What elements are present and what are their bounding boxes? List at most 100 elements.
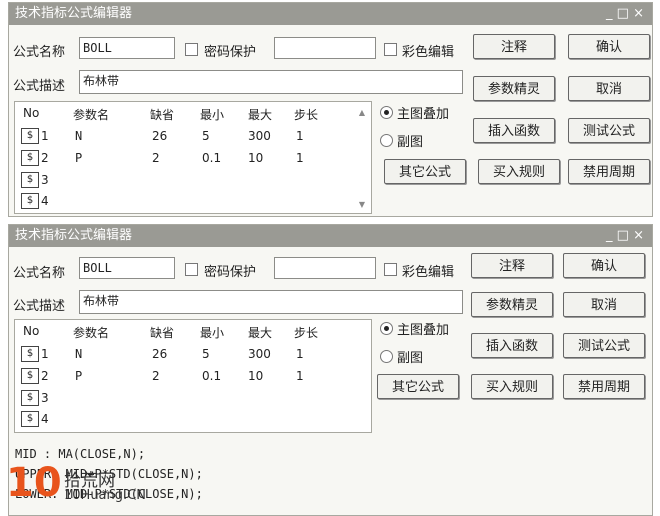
dollar-icon[interactable]: $ <box>21 193 39 209</box>
dollar-icon[interactable]: $ <box>21 411 39 427</box>
param-name[interactable]: N <box>75 347 82 361</box>
param-step[interactable]: 1 <box>296 369 304 383</box>
row-number: 2 <box>41 369 49 383</box>
param-min[interactable]: 0.1 <box>202 151 221 165</box>
formula-name-input[interactable]: BOLL <box>79 257 175 279</box>
formula-desc-label: 公式描述 <box>13 79 66 94</box>
formula-name-label: 公式名称 <box>13 45 66 60</box>
param-min[interactable]: 0.1 <box>202 369 221 383</box>
dollar-icon[interactable]: $ <box>21 368 39 384</box>
insert-function-button[interactable]: 插入函数 <box>471 333 553 358</box>
window-title: 技术指标公式编辑器 <box>15 6 133 21</box>
row-number: 1 <box>41 129 49 143</box>
color-edit-label: 彩色编辑 <box>402 265 455 280</box>
param-name[interactable]: P <box>75 369 82 383</box>
parameter-grid: No 参数名 缺省 最小 最大 步长 $ 1 N 26 5 300 1 $ 2 … <box>14 319 372 433</box>
param-max[interactable]: 10 <box>248 151 263 165</box>
sub-chart-radio[interactable] <box>380 350 393 363</box>
disable-period-button[interactable]: 禁用周期 <box>568 159 650 184</box>
password-input[interactable] <box>274 257 376 279</box>
col-header-min: 最小 <box>200 326 225 340</box>
param-default[interactable]: 26 <box>152 129 167 143</box>
param-step[interactable]: 1 <box>296 347 304 361</box>
test-formula-button[interactable]: 测试公式 <box>568 118 650 143</box>
confirm-button[interactable]: 确认 <box>563 253 645 278</box>
password-protect-checkbox[interactable] <box>185 43 198 56</box>
formula-desc-input[interactable]: 布林带 <box>79 70 463 94</box>
disable-period-button[interactable]: 禁用周期 <box>563 374 645 399</box>
scroll-up-icon[interactable]: ▲ <box>359 108 365 117</box>
col-header-no: No <box>23 106 40 120</box>
test-formula-button[interactable]: 测试公式 <box>563 333 645 358</box>
insert-function-button[interactable]: 插入函数 <box>473 118 555 143</box>
param-step[interactable]: 1 <box>296 129 304 143</box>
sub-chart-label: 副图 <box>397 351 424 366</box>
row-number: 1 <box>41 347 49 361</box>
param-max[interactable]: 300 <box>248 347 271 361</box>
param-min[interactable]: 5 <box>202 347 210 361</box>
col-header-max: 最大 <box>248 108 273 122</box>
other-formula-button[interactable]: 其它公式 <box>384 159 466 184</box>
formula-desc-input[interactable]: 布林带 <box>79 290 463 314</box>
main-overlay-radio[interactable] <box>380 106 393 119</box>
col-header-no: No <box>23 324 40 338</box>
title-bar[interactable]: 技术指标公式编辑器 _ □ × <box>9 225 652 247</box>
col-header-name: 参数名 <box>73 108 110 122</box>
watermark-number: 10 <box>6 460 62 506</box>
color-edit-label: 彩色编辑 <box>402 45 455 60</box>
buy-rule-button[interactable]: 买入规则 <box>478 159 560 184</box>
title-bar[interactable]: 技术指标公式编辑器 _ □ × <box>9 3 652 25</box>
col-header-min: 最小 <box>200 108 225 122</box>
cancel-button[interactable]: 取消 <box>568 76 650 101</box>
col-header-max: 最大 <box>248 326 273 340</box>
formula-name-input[interactable]: BOLL <box>79 37 175 59</box>
scroll-down-icon[interactable]: ▼ <box>359 200 365 209</box>
confirm-button[interactable]: 确认 <box>568 34 650 59</box>
formula-name-label: 公式名称 <box>13 266 66 281</box>
param-wizard-button[interactable]: 参数精灵 <box>473 76 555 101</box>
main-overlay-label: 主图叠加 <box>397 323 450 338</box>
row-number: 2 <box>41 151 49 165</box>
window-controls-icon[interactable]: _ □ × <box>606 3 644 25</box>
password-protect-label: 密码保护 <box>204 45 257 60</box>
col-header-default: 缺省 <box>150 326 175 340</box>
color-edit-checkbox[interactable] <box>384 43 397 56</box>
col-header-default: 缺省 <box>150 108 175 122</box>
password-protect-checkbox[interactable] <box>185 263 198 276</box>
param-max[interactable]: 10 <box>248 369 263 383</box>
parameter-grid: No 参数名 缺省 最小 最大 步长 ▲ ▼ $ 1 N 26 5 300 1 … <box>14 101 372 214</box>
param-step[interactable]: 1 <box>296 151 304 165</box>
param-wizard-button[interactable]: 参数精灵 <box>471 292 553 317</box>
col-header-step: 步长 <box>294 108 319 122</box>
comment-button[interactable]: 注释 <box>471 253 553 278</box>
param-min[interactable]: 5 <box>202 129 210 143</box>
password-input[interactable] <box>274 37 376 59</box>
main-overlay-label: 主图叠加 <box>397 107 450 122</box>
col-header-name: 参数名 <box>73 326 110 340</box>
dollar-icon[interactable]: $ <box>21 150 39 166</box>
main-overlay-radio[interactable] <box>380 322 393 335</box>
color-edit-checkbox[interactable] <box>384 263 397 276</box>
param-name[interactable]: P <box>75 151 82 165</box>
dollar-icon[interactable]: $ <box>21 128 39 144</box>
buy-rule-button[interactable]: 买入规则 <box>471 374 553 399</box>
row-number: 4 <box>41 412 49 426</box>
dollar-icon[interactable]: $ <box>21 390 39 406</box>
dollar-icon[interactable]: $ <box>21 172 39 188</box>
dollar-icon[interactable]: $ <box>21 346 39 362</box>
param-name[interactable]: N <box>75 129 82 143</box>
row-number: 3 <box>41 391 49 405</box>
window-controls-icon[interactable]: _ □ × <box>606 225 644 247</box>
other-formula-button[interactable]: 其它公式 <box>377 374 459 399</box>
password-protect-label: 密码保护 <box>204 265 257 280</box>
param-default[interactable]: 26 <box>152 347 167 361</box>
watermark-url: 10Huang.CN <box>64 488 146 503</box>
param-default[interactable]: 2 <box>152 369 160 383</box>
comment-button[interactable]: 注释 <box>473 34 555 59</box>
param-default[interactable]: 2 <box>152 151 160 165</box>
sub-chart-radio[interactable] <box>380 134 393 147</box>
col-header-step: 步长 <box>294 326 319 340</box>
cancel-button[interactable]: 取消 <box>563 292 645 317</box>
param-max[interactable]: 300 <box>248 129 271 143</box>
window-title: 技术指标公式编辑器 <box>15 228 133 243</box>
